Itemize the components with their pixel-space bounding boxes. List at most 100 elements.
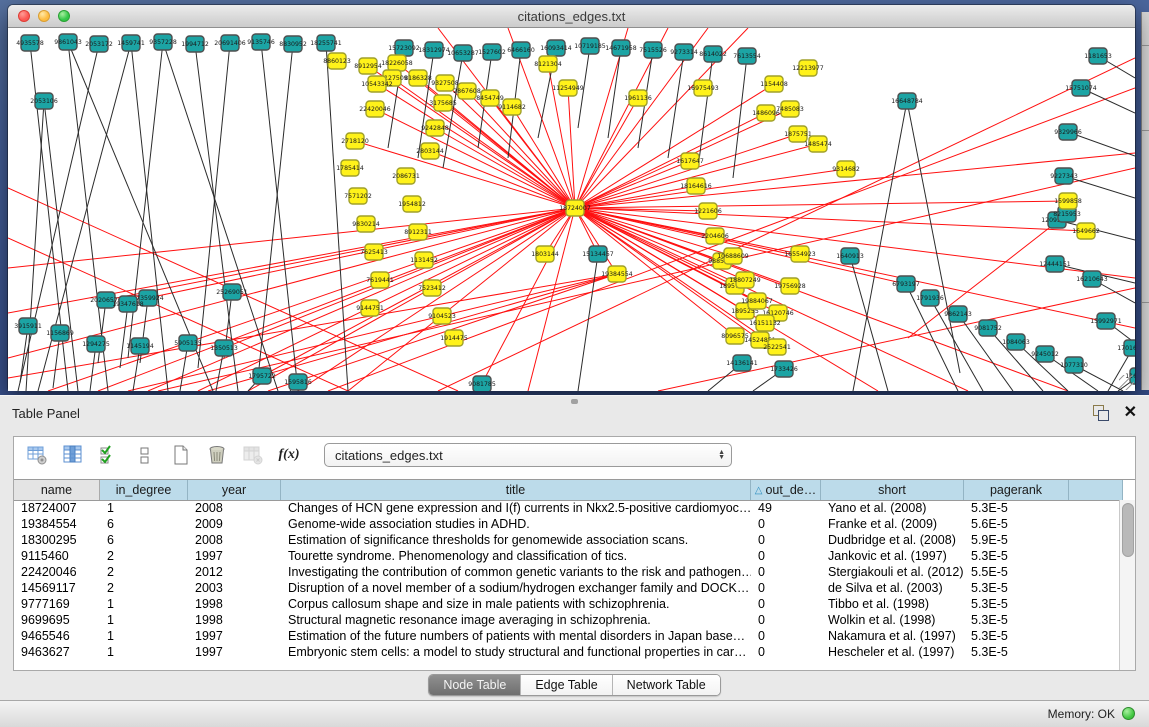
graph-node[interactable]: 1156869: [46, 325, 74, 341]
graph-node[interactable]: 14136141: [726, 355, 758, 371]
black-edge[interactable]: [733, 56, 747, 178]
red-edge[interactable]: [575, 208, 1068, 391]
table-cell[interactable]: 2008: [188, 501, 281, 515]
table-cell[interactable]: Wolkin et al. (1998): [821, 613, 964, 627]
black-edge[interactable]: [326, 43, 348, 391]
table-cell[interactable]: 5.3E-5: [964, 613, 1069, 627]
graph-node[interactable]: 1131452: [410, 252, 438, 268]
red-edge[interactable]: [98, 208, 575, 391]
graph-node[interactable]: 1803144: [531, 246, 559, 262]
delete-table-icon[interactable]: [242, 444, 264, 466]
scrollbar-thumb[interactable]: [1122, 503, 1134, 557]
graph-node[interactable]: 1954812: [398, 196, 426, 212]
table-row[interactable]: 977716911998Corpus callosum shape and si…: [14, 596, 1120, 612]
zoom-window-button[interactable]: [58, 10, 70, 22]
graph-node[interactable]: 16554923: [784, 246, 816, 262]
graph-node[interactable]: 16210643: [1076, 271, 1108, 287]
graph-node[interactable]: 7571202: [344, 188, 372, 204]
graph-node[interactable]: 9081752: [974, 320, 1002, 336]
table-cell[interactable]: 5.3E-5: [964, 549, 1069, 563]
table-cell[interactable]: 22420046: [14, 565, 100, 579]
black-edge[interactable]: [26, 101, 44, 391]
graph-node[interactable]: 1527602: [478, 44, 506, 60]
graph-node[interactable]: 1599858: [1054, 193, 1082, 209]
table-cell[interactable]: 5.3E-5: [964, 581, 1069, 595]
graph-node[interactable]: 18255741: [310, 35, 342, 51]
table-cell[interactable]: 5.3E-5: [964, 501, 1069, 515]
table-cell[interactable]: 1: [100, 645, 188, 659]
function-builder-icon[interactable]: f(x): [278, 444, 300, 466]
graph-node[interactable]: 1791936: [916, 290, 944, 306]
graph-node[interactable]: 7515526: [639, 42, 667, 58]
column-header-filler[interactable]: [1069, 480, 1123, 500]
table-cell[interactable]: 0: [751, 517, 821, 531]
table-row[interactable]: 1872400712008Changes of HCN gene express…: [14, 500, 1120, 516]
tab-node-table[interactable]: Node Table: [429, 675, 521, 695]
graph-node[interactable]: 1785414: [336, 160, 364, 176]
window-titlebar[interactable]: citations_edges.txt: [8, 5, 1135, 28]
graph-node[interactable]: 16975493: [687, 80, 719, 96]
table-cell[interactable]: Genome-wide association studies in ADHD.: [281, 517, 751, 531]
network-canvas[interactable]: 4935578986104320531721459741935722819947…: [8, 28, 1135, 391]
table-cell[interactable]: Jankovic et al. (1997): [821, 549, 964, 563]
red-edge[interactable]: [575, 208, 1086, 231]
table-cell[interactable]: 0: [751, 597, 821, 611]
graph-node[interactable]: 2053172: [85, 36, 113, 52]
column-header-title[interactable]: title: [281, 480, 751, 500]
graph-node[interactable]: 2718120: [341, 133, 369, 149]
graph-node[interactable]: 8614022: [699, 46, 727, 62]
table-cell[interactable]: 0: [751, 549, 821, 563]
table-cell[interactable]: 5.3E-5: [964, 629, 1069, 643]
graph-node[interactable]: 9357228: [149, 34, 177, 50]
graph-node[interactable]: 1733426: [770, 361, 798, 377]
graph-node[interactable]: 9273314: [670, 44, 698, 60]
graph-node[interactable]: 10653287: [447, 45, 479, 61]
table-cell[interactable]: 1998: [188, 613, 281, 627]
table-row[interactable]: 1938455462009Genome-wide association stu…: [14, 516, 1120, 532]
red-edge[interactable]: [575, 208, 735, 336]
table-cell[interactable]: 18300295: [14, 533, 100, 547]
splitter-handle[interactable]: [571, 399, 578, 404]
table-cell[interactable]: Estimation of the future numbers of pati…: [281, 629, 751, 643]
graph-node[interactable]: 1994712: [181, 36, 209, 52]
table-cell[interactable]: Tourette syndrome. Phenomenology and cla…: [281, 549, 751, 563]
black-edge[interactable]: [261, 42, 298, 391]
graph-node[interactable]: 12213977: [792, 60, 824, 76]
graph-node[interactable]: 8912954: [354, 58, 382, 74]
select-all-icon[interactable]: [98, 444, 120, 466]
close-panel-icon[interactable]: ✕: [1124, 405, 1137, 421]
new-column-icon[interactable]: [170, 444, 192, 466]
graph-node[interactable]: 18164616: [680, 178, 712, 194]
black-edge[interactable]: [608, 48, 621, 138]
table-cell[interactable]: 5.6E-5: [964, 517, 1069, 531]
red-edge[interactable]: [355, 141, 575, 208]
table-cell[interactable]: 0: [751, 613, 821, 627]
graph-node[interactable]: 1459741: [117, 35, 145, 51]
graph-node[interactable]: 7485083: [776, 101, 804, 117]
graph-node[interactable]: 6466160: [507, 42, 535, 58]
table-cell[interactable]: 1: [100, 501, 188, 515]
graph-node[interactable]: 7625413: [360, 244, 388, 260]
table-cell[interactable]: 6: [100, 517, 188, 531]
graph-node[interactable]: 9862143: [944, 306, 972, 322]
table-cell[interactable]: 1997: [188, 629, 281, 643]
red-edge[interactable]: [375, 109, 575, 208]
table-cell[interactable]: 1: [100, 629, 188, 643]
table-cell[interactable]: Embryonic stem cells: a model to study s…: [281, 645, 751, 659]
graph-node[interactable]: 17016504: [1117, 340, 1135, 356]
table-cell[interactable]: de Silva et al. (2003): [821, 581, 964, 595]
black-edge[interactable]: [198, 43, 230, 368]
graph-node[interactable]: 1640913: [836, 248, 864, 264]
show-columns-icon[interactable]: [62, 444, 84, 466]
minimize-window-button[interactable]: [38, 10, 50, 22]
column-header-name[interactable]: name: [14, 480, 100, 500]
tab-network-table[interactable]: Network Table: [613, 675, 720, 695]
table-cell[interactable]: Dudbridge et al. (2008): [821, 533, 964, 547]
table-cell[interactable]: Investigating the contribution of common…: [281, 565, 751, 579]
column-header-year[interactable]: year: [188, 480, 281, 500]
table-cell[interactable]: 2009: [188, 517, 281, 531]
table-cell[interactable]: Corpus callosum shape and size in male p…: [281, 597, 751, 611]
graph-node[interactable]: 7619441: [366, 272, 394, 288]
table-cell[interactable]: 0: [751, 533, 821, 547]
table-cell[interactable]: 2: [100, 565, 188, 579]
